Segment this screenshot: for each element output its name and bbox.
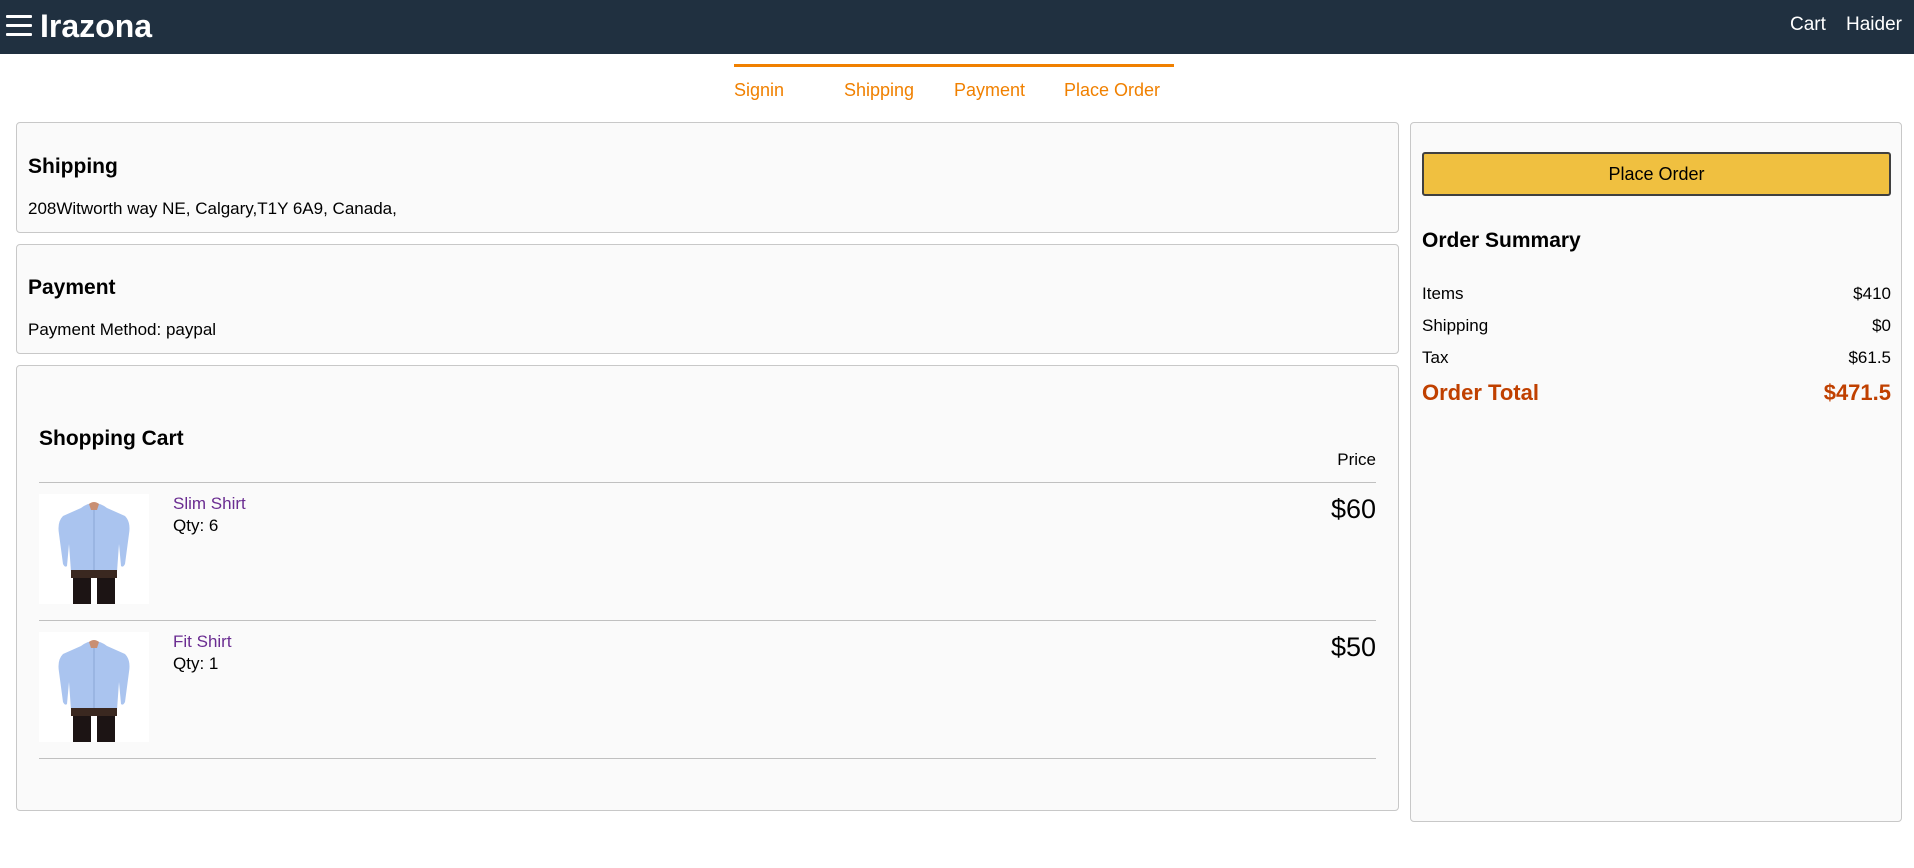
hamburger-icon[interactable] [6, 10, 32, 40]
summary-label: Shipping [1422, 316, 1489, 335]
payment-card: Payment Payment Method: paypal [16, 244, 1399, 354]
cart-item-name[interactable]: Slim Shirt [173, 494, 246, 514]
cart-item-price: $60 [1330, 494, 1376, 524]
price-column-header: Price [1337, 450, 1376, 469]
payment-title: Payment [28, 276, 116, 299]
cart-item-name[interactable]: Fit Shirt [173, 632, 232, 652]
summary-label: Items [1422, 284, 1464, 303]
shipping-title: Shipping [28, 155, 118, 178]
payment-method: Payment Method: paypal [28, 320, 217, 339]
summary-label: Tax [1422, 348, 1449, 367]
shipping-card: Shipping 208Witworth way NE, Calgary,T1Y… [16, 122, 1399, 233]
shipping-address: 208Witworth way NE, Calgary,T1Y 6A9, Can… [28, 199, 397, 218]
place-order-button[interactable]: Place Order [1422, 152, 1891, 196]
order-summary-card [1410, 122, 1902, 822]
cart-title: Shopping Cart [39, 427, 184, 450]
summary-value: $0 [1872, 316, 1891, 335]
order-summary-title: Order Summary [1422, 229, 1581, 252]
fit-shirt-image[interactable] [39, 632, 149, 742]
slim-shirt-image[interactable] [39, 494, 149, 604]
step-signin: Signin [734, 64, 844, 102]
user-menu-link[interactable]: Haider [1846, 14, 1902, 36]
cart-item-price: $50 [1330, 632, 1376, 662]
brand-logo[interactable]: Irazona [40, 8, 152, 45]
step-payment: Payment [954, 64, 1064, 102]
order-total-label: Order Total [1422, 380, 1539, 405]
summary-value: $410 [1853, 284, 1891, 303]
shopping-cart-card: Shopping Cart Price Slim Shirt Qty: 6 $6… [16, 365, 1399, 811]
cart-divider [39, 620, 1376, 621]
order-total-value: $471.5 [1823, 380, 1891, 405]
cart-link[interactable]: Cart [1790, 14, 1826, 36]
summary-value: $61.5 [1848, 348, 1891, 367]
cart-divider [39, 758, 1376, 759]
cart-divider [39, 482, 1376, 483]
top-header: Irazona Cart Haider [0, 0, 1914, 54]
step-place-order: Place Order [1064, 64, 1174, 102]
step-shipping: Shipping [844, 64, 954, 102]
cart-item-qty: Qty: 1 [173, 654, 219, 673]
cart-item-qty: Qty: 6 [173, 516, 219, 535]
